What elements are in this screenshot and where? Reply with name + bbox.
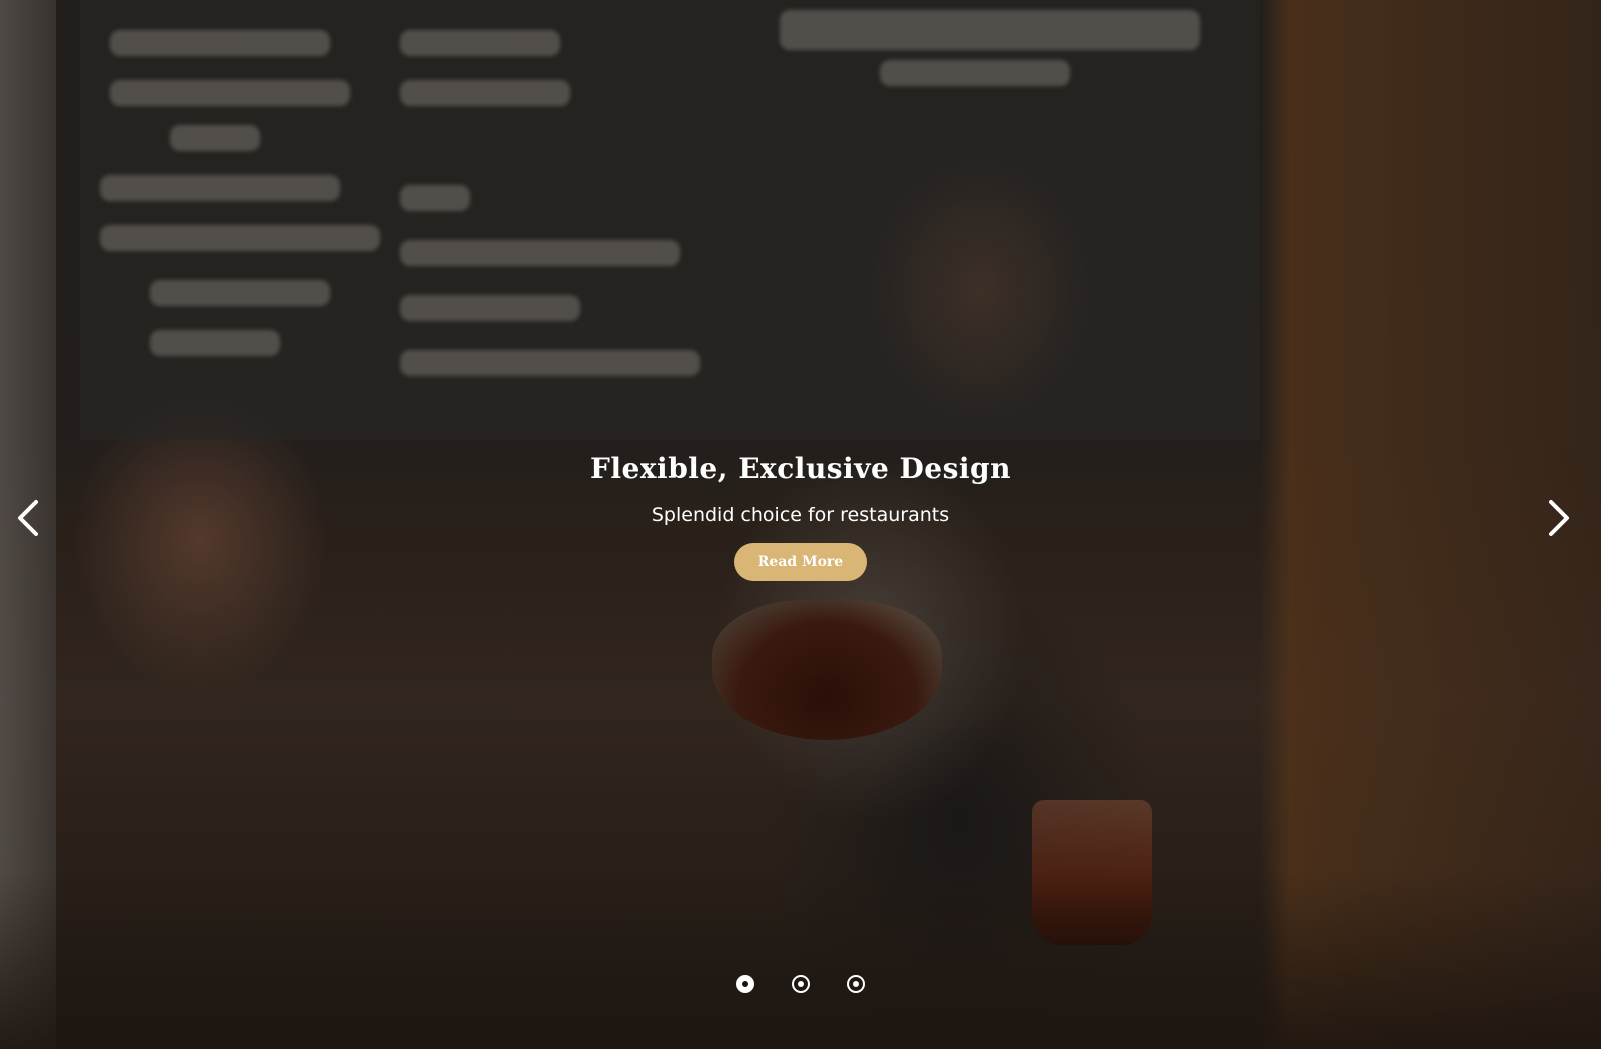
chevron-left-icon — [18, 500, 38, 536]
chevron-right-icon — [1549, 500, 1569, 536]
slide-subtitle: Splendid choice for restaurants — [651, 504, 950, 526]
coffee-carafe-image — [712, 600, 942, 740]
slider-dot-1[interactable] — [736, 975, 755, 993]
read-more-button[interactable]: Read More — [733, 543, 868, 581]
slider-pagination — [0, 975, 1601, 997]
slider-next-button[interactable] — [1539, 496, 1579, 540]
slide-title: Flexible, Exclusive Design — [590, 452, 1011, 485]
counter-shadow — [0, 869, 1601, 1049]
slider-dot-2[interactable] — [791, 975, 810, 993]
slide-caption: Flexible, Exclusive Design Splendid choi… — [0, 448, 1601, 581]
slider-dot-3[interactable] — [846, 975, 865, 993]
slider-prev-button[interactable] — [8, 496, 48, 540]
hero-slider: Flexible, Exclusive Design Splendid choi… — [0, 0, 1601, 1049]
chalkboard-menu-image — [80, 0, 1260, 440]
